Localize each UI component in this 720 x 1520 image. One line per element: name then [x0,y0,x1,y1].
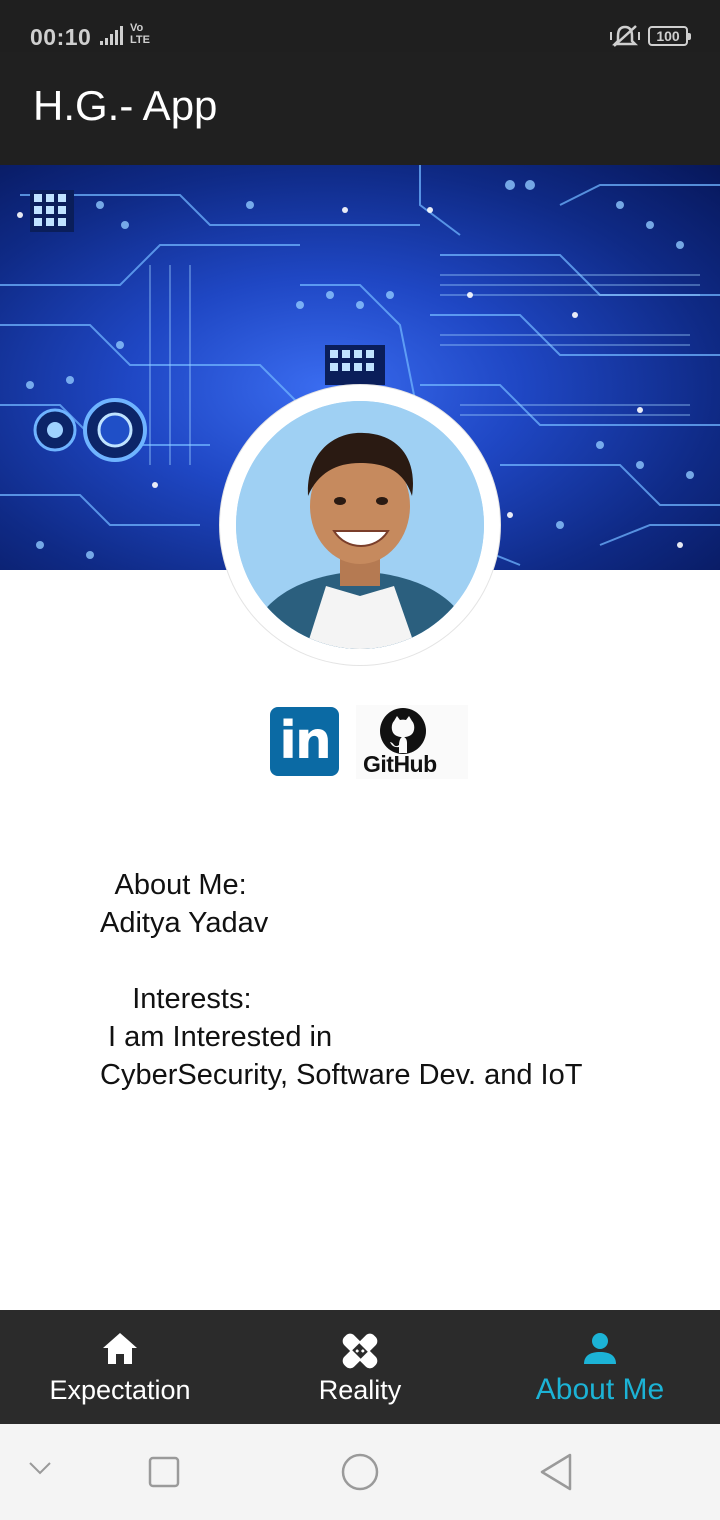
app-bar: H.G.- App [0,52,720,165]
recents-square-icon[interactable] [148,1456,180,1488]
github-button[interactable]: GitHub [356,705,468,779]
vibrate-icon [610,25,640,47]
signal-icon [100,26,123,45]
profile-photo [236,401,484,649]
nav-item-about-me[interactable]: About Me [500,1310,700,1424]
nav-label-about-me: About Me [535,1373,665,1406]
github-octocat-icon [380,708,426,754]
home-icon [103,1333,137,1364]
battery-indicator: 100 [648,26,691,46]
nav-label-reality: Reality [318,1375,402,1405]
profile-avatar [236,401,484,649]
back-triangle-icon[interactable] [538,1452,574,1492]
status-time: 00:10 [30,24,92,50]
bandage-icon [342,1333,378,1369]
nav-item-reality[interactable]: Reality [260,1310,460,1424]
github-wordmark: GitHub [363,751,437,777]
home-circle-icon[interactable] [340,1452,380,1492]
linkedin-button[interactable]: in [270,707,339,776]
person-icon [584,1333,616,1364]
app-title: H.G.- App [33,82,218,129]
bottom-navigation: Expectation Reality About Me [0,1310,720,1424]
nav-item-expectation[interactable]: Expectation [20,1310,220,1424]
nav-label-expectation: Expectation [49,1375,191,1405]
volte-indicator: Vo LTE [130,22,150,46]
system-navigation-bar [0,1424,720,1520]
chevron-down-icon[interactable] [28,1460,52,1476]
status-bar: 00:10 Vo LTE 100 [0,0,720,52]
about-me-text: About Me: Aditya Yadav Interests: I am I… [100,869,583,1091]
